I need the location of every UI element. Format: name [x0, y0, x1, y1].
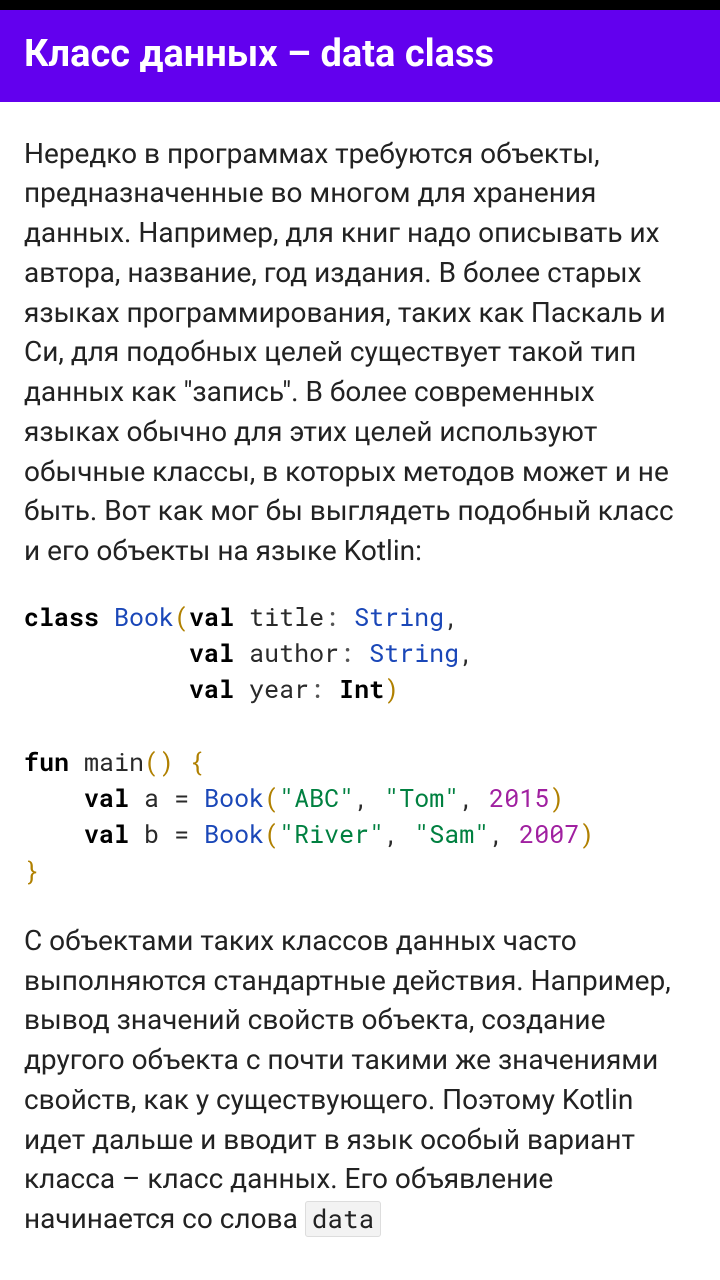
status-bar [0, 0, 720, 10]
article-content[interactable]: Нередко в программах требуются объекты, … [0, 102, 720, 1239]
keyword-class: class [24, 600, 99, 633]
page-title: Класс данных – data class [24, 32, 696, 78]
explanation-paragraph: С объектами таких классов данных часто в… [24, 921, 696, 1239]
code-example: class Book(val title: String, val author… [24, 599, 696, 889]
keyword-val: val [189, 600, 234, 633]
inline-code-data: data [305, 1201, 381, 1237]
intro-paragraph: Нередко в программах требуются объекты, … [24, 134, 696, 571]
paragraph-text: С объектами таких классов данных часто в… [24, 924, 671, 1235]
app-bar: Класс данных – data class [0, 10, 720, 102]
keyword-fun: fun [24, 745, 69, 778]
class-name: Book [114, 600, 174, 633]
